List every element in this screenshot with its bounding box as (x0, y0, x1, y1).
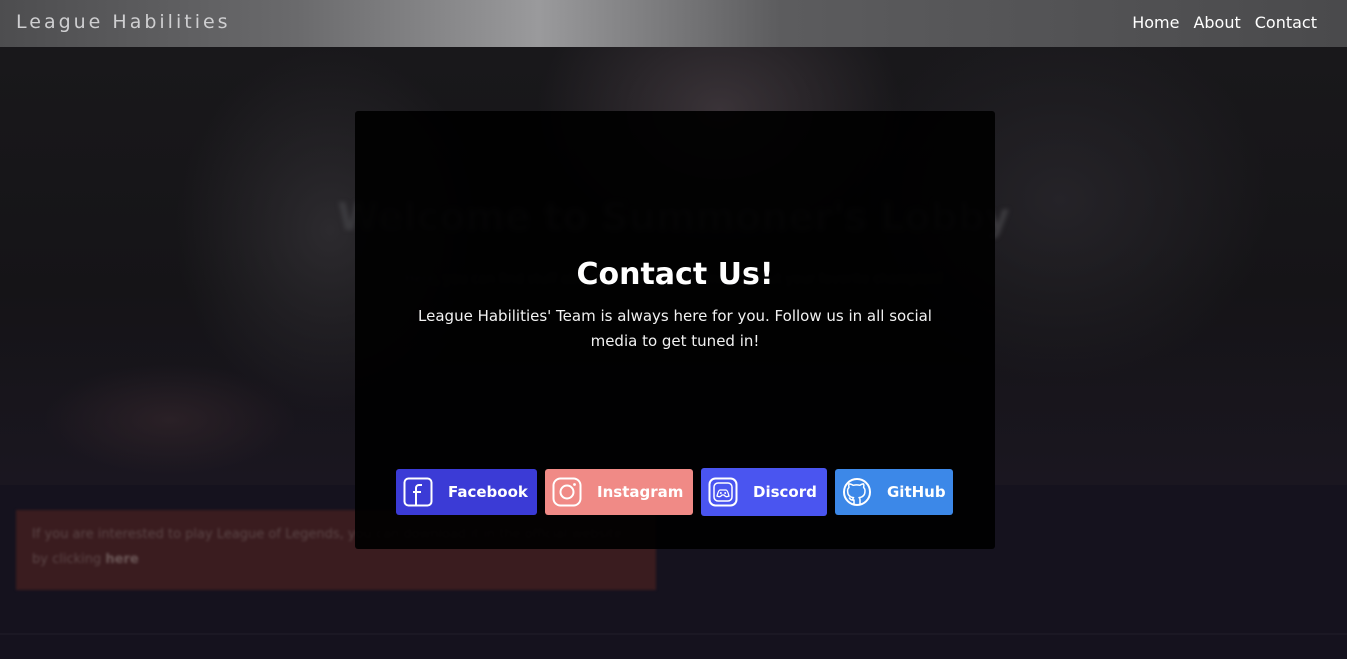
navbar: League Habilities Home About Contact (0, 0, 1347, 47)
download-link[interactable]: here (105, 552, 138, 567)
instagram-icon (551, 476, 583, 508)
github-icon (841, 476, 873, 508)
discord-button[interactable]: Discord (701, 468, 827, 516)
facebook-button[interactable]: Facebook (396, 469, 537, 515)
modal-text: League Habilities' Team is always here f… (418, 307, 932, 350)
nav-about[interactable]: About (1193, 13, 1240, 32)
contact-modal: Contact Us! League Habilities' Team is a… (355, 111, 995, 549)
facebook-icon (402, 476, 434, 508)
github-button[interactable]: GitHub (835, 469, 953, 515)
facebook-label: Facebook (448, 483, 528, 501)
nav-links: Home About Contact (1132, 13, 1317, 32)
discord-label: Discord (753, 483, 817, 501)
divider (0, 633, 1347, 635)
nav-contact[interactable]: Contact (1255, 13, 1317, 32)
github-label: GitHub (887, 483, 946, 501)
instagram-button[interactable]: Instagram (545, 469, 693, 515)
brand-logo[interactable]: League Habilities (16, 11, 231, 33)
nav-home[interactable]: Home (1132, 13, 1179, 32)
modal-title: Contact Us! (576, 257, 774, 292)
instagram-label: Instagram (597, 483, 684, 501)
discord-icon (707, 476, 739, 508)
